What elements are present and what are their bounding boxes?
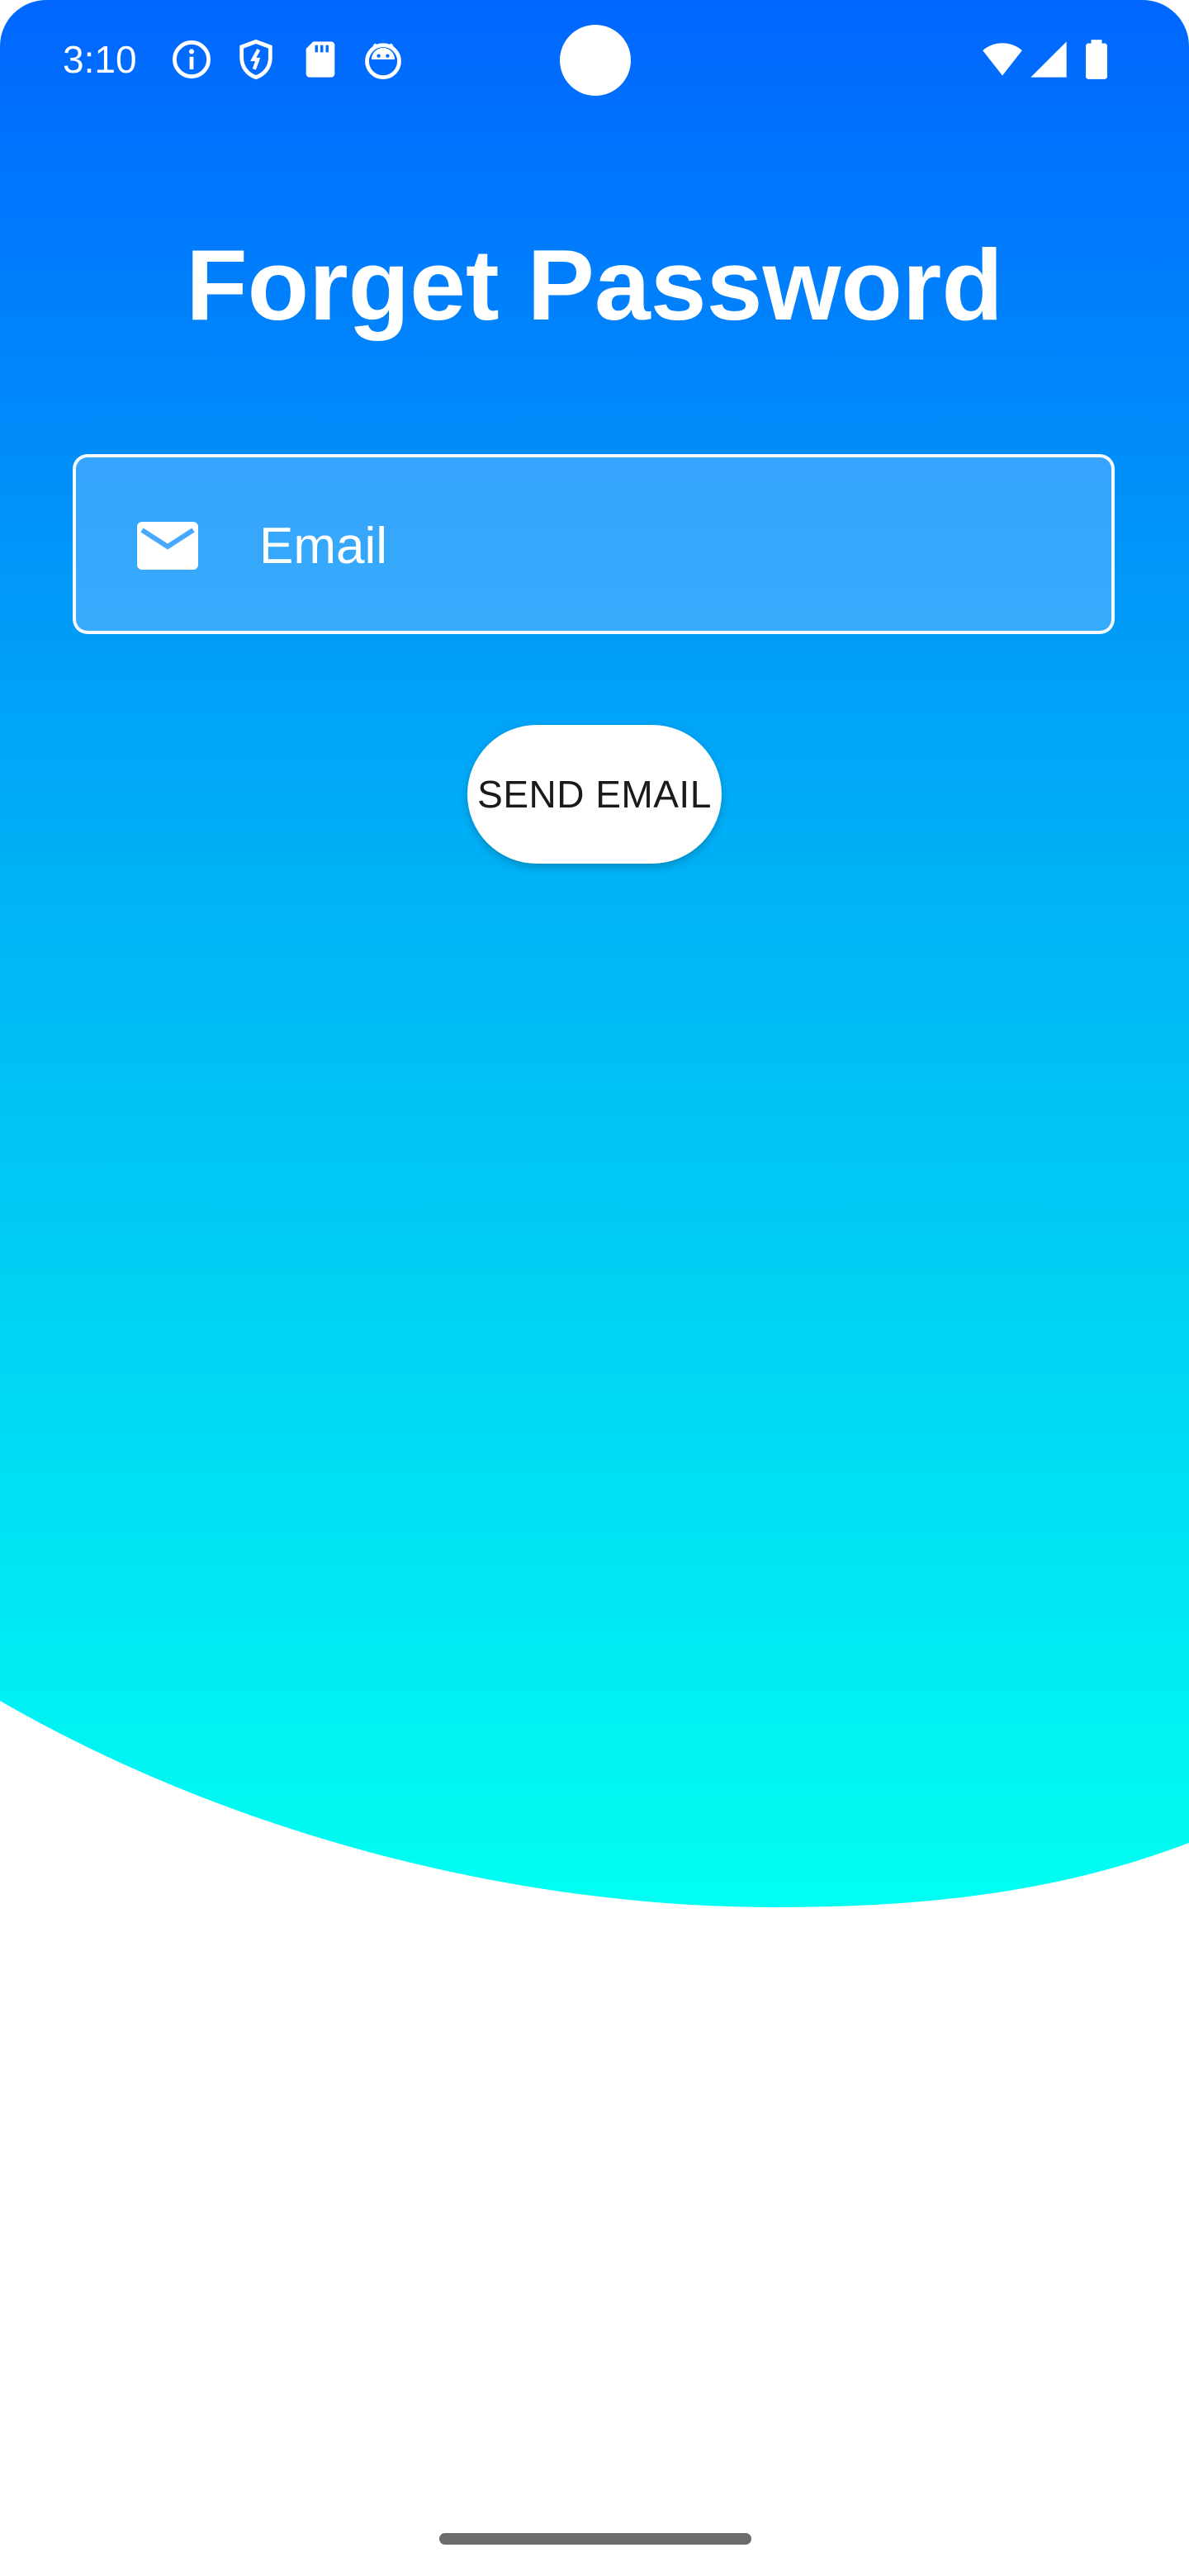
mail-icon	[137, 522, 198, 570]
wifi-icon	[983, 43, 1022, 76]
android-debug-icon	[365, 43, 401, 80]
home-indicator[interactable]	[439, 2533, 751, 2545]
info-icon	[173, 40, 211, 78]
status-time: 3:10	[63, 38, 137, 81]
status-bar: 3:10	[0, 0, 1189, 124]
sd-card-icon	[306, 41, 335, 78]
camera-cutout	[560, 25, 631, 96]
cell-signal-icon	[1030, 41, 1067, 78]
shield-icon	[239, 39, 272, 80]
email-field[interactable]	[73, 454, 1115, 634]
send-email-button[interactable]: SEND EMAIL	[467, 725, 722, 864]
page-title: Forget Password	[186, 228, 1003, 341]
battery-icon	[1086, 40, 1107, 79]
screen: 3:10 Forget Password Email SEND EMAIL	[0, 0, 1189, 2576]
email-input[interactable]	[259, 497, 1068, 594]
